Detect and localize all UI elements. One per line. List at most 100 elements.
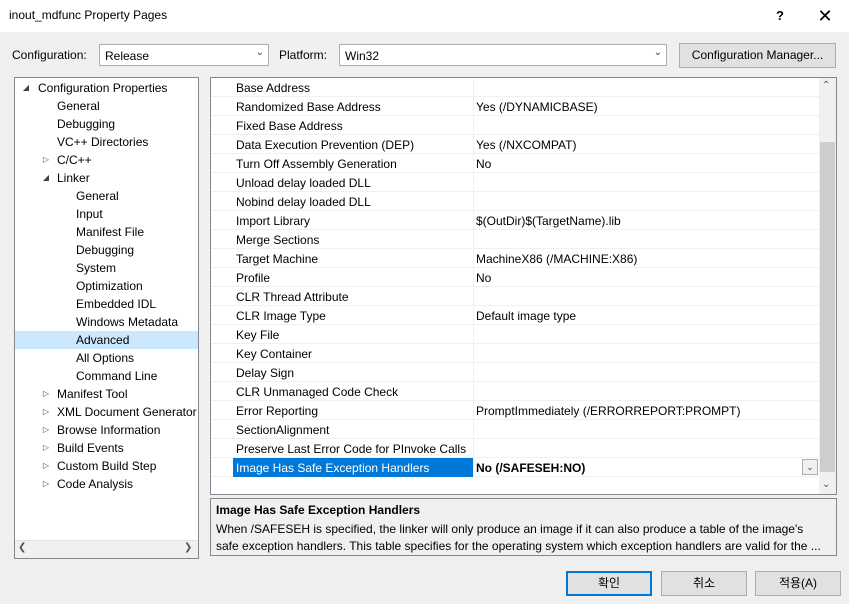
tree-item[interactable]: Debugging xyxy=(15,115,198,133)
property-name: Target Machine xyxy=(236,252,319,266)
category-tree[interactable]: ◢ Configuration Properties General Debuggin… xyxy=(14,77,199,559)
property-row[interactable]: Merge Sections xyxy=(211,230,819,249)
expanded-arrow-icon[interactable]: ◢ xyxy=(21,79,31,97)
tree-item-label: Linker xyxy=(57,171,90,185)
property-row[interactable]: Data Execution Prevention (DEP) Yes (/NXC… xyxy=(211,135,819,154)
property-row[interactable]: Nobind delay loaded DLL xyxy=(211,192,819,211)
tree-item[interactable]: ▷ Browse Information xyxy=(15,421,198,439)
platform-dropdown[interactable]: Win32 ⌄ xyxy=(339,44,667,66)
scroll-thumb[interactable] xyxy=(820,142,835,472)
tree-item[interactable]: ▷ Custom Build Step xyxy=(15,457,198,475)
property-name: Data Execution Prevention (DEP) xyxy=(236,138,415,152)
property-value: Yes (/DYNAMICBASE) xyxy=(476,100,598,114)
tree-item-label: XML Document Generator xyxy=(57,405,197,419)
collapsed-arrow-icon[interactable]: ▷ xyxy=(41,385,51,403)
chevron-down-icon: ⌄ xyxy=(255,47,264,58)
collapsed-arrow-icon[interactable]: ▷ xyxy=(41,475,51,493)
tree-item[interactable]: ▷ Build Events xyxy=(15,439,198,457)
property-value: $(OutDir)$(TargetName).lib xyxy=(476,214,621,228)
collapsed-arrow-icon[interactable]: ▷ xyxy=(41,403,51,421)
tree-item[interactable]: ▷ C/C++ xyxy=(15,151,198,169)
apply-button[interactable]: 적용(A) xyxy=(755,571,841,596)
property-row[interactable]: Randomized Base Address Yes (/DYNAMICBASE… xyxy=(211,97,819,116)
chevron-up-icon[interactable]: ⌃ xyxy=(822,80,830,91)
tree-item[interactable]: ▷ Manifest Tool xyxy=(15,385,198,403)
description-title: Image Has Safe Exception Handlers xyxy=(216,503,421,517)
tree-item[interactable]: Command Line xyxy=(15,367,198,385)
tree-item[interactable]: Input xyxy=(15,205,198,223)
close-button[interactable]: ✕ xyxy=(810,4,840,28)
tree-item[interactable]: Windows Metadata xyxy=(15,313,198,331)
property-name: Nobind delay loaded DLL xyxy=(236,195,371,209)
property-row[interactable]: CLR Image Type Default image type xyxy=(211,306,819,325)
property-row[interactable]: Image Has Safe Exception Handlers No (/SA… xyxy=(211,458,819,477)
tree-item[interactable]: ▷ XML Document Generator xyxy=(15,403,198,421)
description-text: When /SAFESEH is specified, the linker w… xyxy=(216,522,821,553)
column-divider xyxy=(473,382,474,401)
property-row[interactable]: Import Library $(OutDir)$(TargetName).lib xyxy=(211,211,819,230)
property-row[interactable]: Fixed Base Address xyxy=(211,116,819,135)
chevron-right-icon[interactable]: ❯ xyxy=(184,542,192,553)
collapsed-arrow-icon[interactable]: ▷ xyxy=(41,457,51,475)
collapsed-arrow-icon[interactable]: ▷ xyxy=(41,439,51,457)
property-name: Unload delay loaded DLL xyxy=(236,176,371,190)
property-row[interactable]: Profile No xyxy=(211,268,819,287)
property-row[interactable]: Turn Off Assembly Generation No xyxy=(211,154,819,173)
tree-item[interactable]: General xyxy=(15,187,198,205)
platform-value: Win32 xyxy=(345,49,380,63)
property-name: CLR Image Type xyxy=(236,309,326,323)
expanded-arrow-icon[interactable]: ◢ xyxy=(41,169,51,187)
tree-item-label: General xyxy=(76,189,119,203)
help-button[interactable]: ? xyxy=(765,4,795,28)
property-row[interactable]: CLR Thread Attribute xyxy=(211,287,819,306)
property-grid[interactable]: Base Address Randomized Base Address Yes (… xyxy=(210,77,837,495)
cancel-button[interactable]: 취소 xyxy=(661,571,747,596)
tree-item[interactable]: VC++ Directories xyxy=(15,133,198,151)
property-value: PromptImmediately (/ERRORREPORT:PROMPT) xyxy=(476,404,741,418)
ok-button[interactable]: 확인 xyxy=(566,571,652,596)
tree-item[interactable]: ◢ Configuration Properties xyxy=(15,79,198,97)
column-divider xyxy=(473,287,474,306)
column-divider xyxy=(473,325,474,344)
configuration-manager-button[interactable]: Configuration Manager... xyxy=(679,43,836,68)
tree-item[interactable]: Debugging xyxy=(15,241,198,259)
tree-item-label: Browse Information xyxy=(57,423,161,437)
tree-item[interactable]: Advanced xyxy=(15,331,198,349)
configuration-dropdown[interactable]: Release ⌄ xyxy=(99,44,269,66)
tree-item[interactable]: System xyxy=(15,259,198,277)
column-divider xyxy=(473,458,474,477)
property-row[interactable]: SectionAlignment xyxy=(211,420,819,439)
tree-item[interactable]: All Options xyxy=(15,349,198,367)
column-divider xyxy=(473,401,474,420)
property-row[interactable]: Error Reporting PromptImmediately (/ERROR… xyxy=(211,401,819,420)
chevron-down-icon[interactable]: ⌄ xyxy=(822,479,830,490)
property-value[interactable]: No (/SAFESEH:NO) xyxy=(476,461,585,475)
property-name: SectionAlignment xyxy=(236,423,330,437)
collapsed-arrow-icon[interactable]: ▷ xyxy=(41,421,51,439)
property-name: CLR Unmanaged Code Check xyxy=(236,385,399,399)
tree-item-label: Optimization xyxy=(76,279,143,293)
platform-label: Platform: xyxy=(279,48,328,62)
property-row[interactable]: Preserve Last Error Code for PInvoke Cal… xyxy=(211,439,819,458)
tree-horizontal-scrollbar[interactable]: ❮ ❯ xyxy=(15,540,198,558)
property-row[interactable]: CLR Unmanaged Code Check xyxy=(211,382,819,401)
tree-item[interactable]: General xyxy=(15,97,198,115)
configuration-label: Configuration: xyxy=(12,48,87,62)
property-row[interactable]: Target Machine MachineX86 (/MACHINE:X86) xyxy=(211,249,819,268)
chevron-left-icon[interactable]: ❮ xyxy=(18,542,26,553)
tree-item[interactable]: Manifest File xyxy=(15,223,198,241)
tree-item[interactable]: ◢ Linker xyxy=(15,169,198,187)
property-row[interactable]: Key File xyxy=(211,325,819,344)
property-row[interactable]: Delay Sign xyxy=(211,363,819,382)
property-row[interactable]: Unload delay loaded DLL xyxy=(211,173,819,192)
property-row[interactable]: Base Address xyxy=(211,78,819,97)
tree-item[interactable]: ▷ Code Analysis xyxy=(15,475,198,493)
tree-item-label: Debugging xyxy=(76,243,135,257)
grid-vertical-scrollbar[interactable]: ⌃ ⌄ xyxy=(819,78,836,494)
tree-item-label: Windows Metadata xyxy=(76,315,179,329)
tree-item[interactable]: Optimization xyxy=(15,277,198,295)
property-row[interactable]: Key Container xyxy=(211,344,819,363)
tree-item[interactable]: Embedded IDL xyxy=(15,295,198,313)
value-dropdown-button[interactable]: ⌄ xyxy=(802,459,818,475)
collapsed-arrow-icon[interactable]: ▷ xyxy=(41,151,51,169)
